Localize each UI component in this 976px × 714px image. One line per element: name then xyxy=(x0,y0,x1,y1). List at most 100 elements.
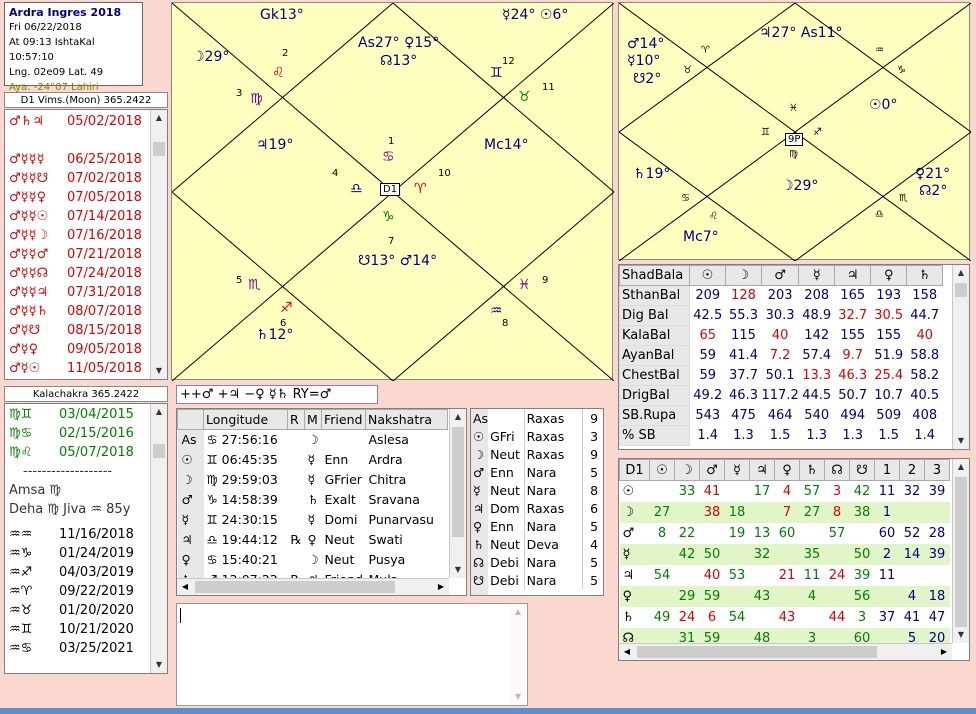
column-header[interactable]: ShadBala xyxy=(619,265,690,286)
table-row[interactable]: ☽ 27 38 18 7 27 8 38 1 xyxy=(619,501,950,523)
column-header[interactable]: Nakshatra xyxy=(365,409,448,430)
shadbala-panel[interactable]: ShadBala ☉ ☽ ♂ ☿ ♃ ♀ ♄ SthanBal 209 128 203 208 165 19… xyxy=(618,264,970,450)
rasi-chart[interactable]: Gk13° ☿24° ☉6° As27° ♀15° ☊13° ☽29° ♃19°… xyxy=(171,2,614,381)
relationship-panel[interactable]: As Raxas 9 ☉ GFri Raxas 3 ☽ Neut Raxas 9 ♂ Enn Nara 5 ☿… xyxy=(470,408,604,596)
scroll-thumb[interactable] xyxy=(955,477,967,627)
column-header[interactable]: ☿ xyxy=(724,459,750,481)
scroll-up-icon[interactable]: ▲ xyxy=(953,265,969,281)
column-header[interactable]: D1 xyxy=(619,459,650,481)
positions-vscroll[interactable]: ▲ ▼ xyxy=(449,409,466,578)
table-row[interactable]: ChestBal 59 37.7 50.1 13.3 46.3 25.4 58.2 xyxy=(619,365,943,386)
shadbala-scrollbar[interactable]: ▲ ▼ xyxy=(952,265,969,449)
table-row[interactable]: KalaBal 65 115 40 142 155 155 40 xyxy=(619,325,943,346)
kalachakra-row[interactable]: ♒♒ 11/16/2018 xyxy=(5,525,167,544)
scroll-down-icon[interactable]: ▼ xyxy=(450,562,466,578)
column-header[interactable] xyxy=(177,409,204,430)
kalachakra-row[interactable]: ♒♑ 01/24/2019 xyxy=(5,544,167,563)
column-header[interactable]: ♂ xyxy=(699,459,725,481)
column-header[interactable]: ♀ xyxy=(774,459,800,481)
notes-textarea[interactable]: ▲ ▼ xyxy=(176,603,528,706)
table-row[interactable]: Dig Bal 42.5 55.3 30.3 48.9 32.7 30.5 44.7 xyxy=(619,305,943,326)
table-row[interactable]: ♃ ♎ 19:44:12 ℞ ♀ Neut Swati xyxy=(177,529,448,550)
scroll-up-icon[interactable]: ▲ xyxy=(510,604,526,620)
dasha-row[interactable]: ♂☿☿♃ 07/31/2018 xyxy=(5,283,167,302)
column-header[interactable]: ☉ xyxy=(649,459,675,481)
aspects-vscroll[interactable]: ▲ ▼ xyxy=(952,459,969,643)
scroll-up-icon[interactable]: ▲ xyxy=(151,404,167,420)
dasha-list[interactable]: ♂♄♃ 05/02/2018 ♂☿☿☿ 06/25/2018 ♂☿☿☋ 07/02/201… xyxy=(4,109,168,380)
table-row[interactable]: ☉ ♊ 06:45:35 ☿ Enn Ardra xyxy=(177,449,448,470)
table-row[interactable]: ♂ Enn Nara 5 xyxy=(471,463,601,481)
column-header[interactable]: ♄ xyxy=(799,459,825,481)
column-header[interactable]: ♃ xyxy=(749,459,775,481)
table-row[interactable]: As Raxas 9 xyxy=(471,409,601,427)
positions-hscroll[interactable]: ◀ ▶ xyxy=(177,578,449,595)
kalachakra-row[interactable]: ♒♉ 01/20/2020 xyxy=(5,601,167,620)
scroll-thumb[interactable] xyxy=(452,427,464,537)
dasha-row[interactable]: ♂☿☿☿ 06/25/2018 xyxy=(5,150,167,169)
column-header[interactable]: ♄ xyxy=(906,265,944,286)
scroll-up-icon[interactable]: ▲ xyxy=(953,459,969,475)
column-header[interactable]: M xyxy=(304,409,322,430)
table-row[interactable]: DrigBal 49.2 46.3 117.2 44.5 50.7 10.7 40.5 xyxy=(619,385,943,406)
column-header[interactable]: ☊ xyxy=(824,459,850,481)
table-row[interactable]: ♃ 54 40 53 21 11 24 39 11 xyxy=(619,564,950,586)
scroll-thumb[interactable] xyxy=(153,444,165,458)
column-header[interactable]: 2 xyxy=(899,459,925,481)
table-row[interactable]: ☽ ♍ 29:59:03 ☿ GFrier Chitra xyxy=(177,469,448,490)
column-header[interactable]: ☋ xyxy=(849,459,875,481)
kalachakra-row[interactable]: ♒♈ 09/22/2019 xyxy=(5,582,167,601)
table-row[interactable]: ☋ Debi Nara 5 xyxy=(471,571,601,589)
dasha-row[interactable] xyxy=(5,131,167,150)
table-row[interactable]: ♂ 8 22 19 13 60 57 60 52 28 xyxy=(619,522,950,544)
table-row[interactable]: ☿ 42 50 32 35 50 2 14 39 xyxy=(619,543,950,565)
scroll-down-icon[interactable]: ▼ xyxy=(953,627,969,643)
dasha-row[interactable]: ♂☿☿☋ 07/02/2018 xyxy=(5,169,167,188)
column-header[interactable]: R xyxy=(287,409,305,430)
scroll-thumb[interactable] xyxy=(153,142,165,156)
table-row[interactable]: ☿ ♊ 24:30:15 ☿ Domi Punarvasu xyxy=(177,509,448,530)
dasha-row[interactable]: ♂☿☉ 11/05/2018 xyxy=(5,359,167,378)
table-row[interactable]: ♄ Neut Deva 4 xyxy=(471,535,601,553)
kalachakra-row[interactable]: ♒♊ 10/21/2020 xyxy=(5,620,167,639)
table-row[interactable]: AyanBal 59 41.4 7.2 57.4 9.7 51.9 58.8 xyxy=(619,345,943,366)
column-header[interactable]: ♂ xyxy=(760,265,800,286)
table-row[interactable]: ☊ Debi Nara 5 xyxy=(471,553,601,571)
scroll-right-icon[interactable]: ▶ xyxy=(936,644,952,660)
table-row[interactable]: ♀ 29 59 43 4 56 4 18 xyxy=(619,585,950,607)
column-header[interactable]: ☽ xyxy=(725,265,762,286)
table-row[interactable]: ☽ Neut Raxas 9 xyxy=(471,445,601,463)
dasha-row[interactable]: ♂☿☋ 08/15/2018 xyxy=(5,321,167,340)
column-header[interactable]: ☽ xyxy=(674,459,700,481)
positions-panel[interactable]: Longitude R M Friend Nakshatra As ♋ 27:56:16 ☽ A… xyxy=(176,408,467,596)
table-row[interactable]: ♂ ♑ 14:58:39 ♄ Exalt Sravana xyxy=(177,489,448,510)
table-row[interactable]: % SB 1.4 1.3 1.5 1.3 1.3 1.5 1.4 xyxy=(619,425,943,446)
scroll-down-icon[interactable]: ▼ xyxy=(510,689,526,705)
table-row[interactable]: ♄ 49 24 6 54 43 44 3 37 41 47 xyxy=(619,606,950,628)
table-row[interactable]: ☉ GFri Raxas 3 xyxy=(471,427,601,445)
scroll-up-icon[interactable]: ▲ xyxy=(450,409,466,425)
scroll-right-icon[interactable]: ▶ xyxy=(433,579,449,595)
table-row[interactable]: As ♋ 27:56:16 ☽ Aslesa xyxy=(177,429,448,450)
scroll-down-icon[interactable]: ▼ xyxy=(953,433,969,449)
hscroll-thumb[interactable] xyxy=(637,646,877,658)
notes-scrollbar[interactable]: ▲ ▼ xyxy=(510,604,527,705)
column-header[interactable]: ☿ xyxy=(798,265,836,286)
table-row[interactable]: ♃ Dom Raxas 6 xyxy=(471,499,601,517)
dasha-row[interactable]: ♂☿☿♂ 07/21/2018 xyxy=(5,245,167,264)
hscroll-thumb[interactable] xyxy=(195,581,395,593)
kalachakra-row[interactable]: ♍♌ 05/07/2018 xyxy=(5,443,167,462)
dasha-row[interactable]: ♂☿☿☊ 07/24/2018 xyxy=(5,264,167,283)
scroll-up-icon[interactable]: ▲ xyxy=(151,110,167,126)
column-header[interactable]: 1 xyxy=(874,459,900,481)
dasha-scrollbar[interactable]: ▲ ▼ xyxy=(150,110,167,379)
dasha-row[interactable]: ♂☿☿☽ 07/16/2018 xyxy=(5,226,167,245)
kalachakra-list[interactable]: ♍♊ 03/04/2015 ♍♋ 02/15/2016 ♍♌ 05/07/2018 ---… xyxy=(4,403,168,674)
aspects-panel[interactable]: D1 ☉ ☽ ♂ ☿ ♃ ♀ ♄ ☊ ☋ 1 2 3 ☉ 33 41 17 4 57 3 42 11 32 39 ☽ 27 38 18… xyxy=(618,458,970,661)
kalachakra-row[interactable]: ♒♐ 04/03/2019 xyxy=(5,563,167,582)
dasha-row[interactable]: ♂♄♃ 05/02/2018 xyxy=(5,112,167,131)
table-row[interactable]: SB.Rupa 543 475 464 540 494 509 408 xyxy=(619,405,943,426)
column-header[interactable]: ♃ xyxy=(834,265,872,286)
table-row[interactable]: ♀ Enn Nara 5 xyxy=(471,517,601,535)
column-header[interactable]: Friend xyxy=(321,409,366,430)
